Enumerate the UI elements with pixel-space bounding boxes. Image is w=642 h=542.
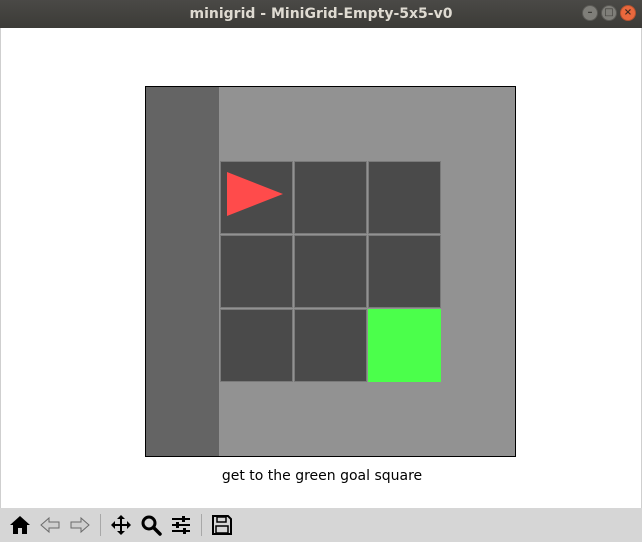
toolbar-separator [100, 514, 101, 536]
close-button[interactable]: × [620, 5, 636, 21]
grid-cell [294, 309, 367, 382]
save-button[interactable] [208, 511, 236, 539]
title-bar: minigrid - MiniGrid-Empty-5x5-v0 – □ × [0, 0, 642, 28]
close-icon: × [623, 7, 633, 18]
minimize-button[interactable]: – [582, 5, 598, 21]
navigation-toolbar [0, 508, 642, 542]
forward-button[interactable] [66, 511, 94, 539]
goal-square [368, 309, 441, 382]
grid-cell [368, 161, 441, 234]
grid-cell [220, 161, 293, 234]
back-button[interactable] [36, 511, 64, 539]
shaded-column [146, 87, 219, 456]
grid-cell [220, 235, 293, 308]
magnifier-icon [141, 515, 162, 536]
window-controls: – □ × [582, 5, 636, 21]
mission-caption: get to the green goal square [221, 468, 423, 484]
app-window: minigrid - MiniGrid-Empty-5x5-v0 – □ × g… [0, 0, 642, 542]
window-title: minigrid - MiniGrid-Empty-5x5-v0 [189, 6, 453, 22]
arrow-right-icon [70, 516, 90, 534]
floppy-disk-icon [212, 515, 232, 535]
grid-cell [368, 235, 441, 308]
minigrid-board [145, 86, 516, 457]
sliders-icon [172, 516, 190, 534]
grid-cell [220, 309, 293, 382]
grid-cell [294, 235, 367, 308]
configure-subplots-button[interactable] [167, 511, 195, 539]
zoom-button[interactable] [137, 511, 165, 539]
maximize-button[interactable]: □ [601, 5, 617, 21]
agent-arrow-icon [227, 172, 283, 216]
pan-button[interactable] [107, 511, 135, 539]
maximize-icon: □ [604, 7, 614, 18]
figure-canvas[interactable]: get to the green goal square [0, 28, 642, 508]
grid-cell [294, 161, 367, 234]
home-button[interactable] [6, 511, 34, 539]
move-icon [111, 515, 131, 535]
minimize-icon: – [587, 7, 593, 18]
home-icon [10, 516, 30, 534]
arrow-left-icon [40, 516, 60, 534]
toolbar-separator [201, 514, 202, 536]
